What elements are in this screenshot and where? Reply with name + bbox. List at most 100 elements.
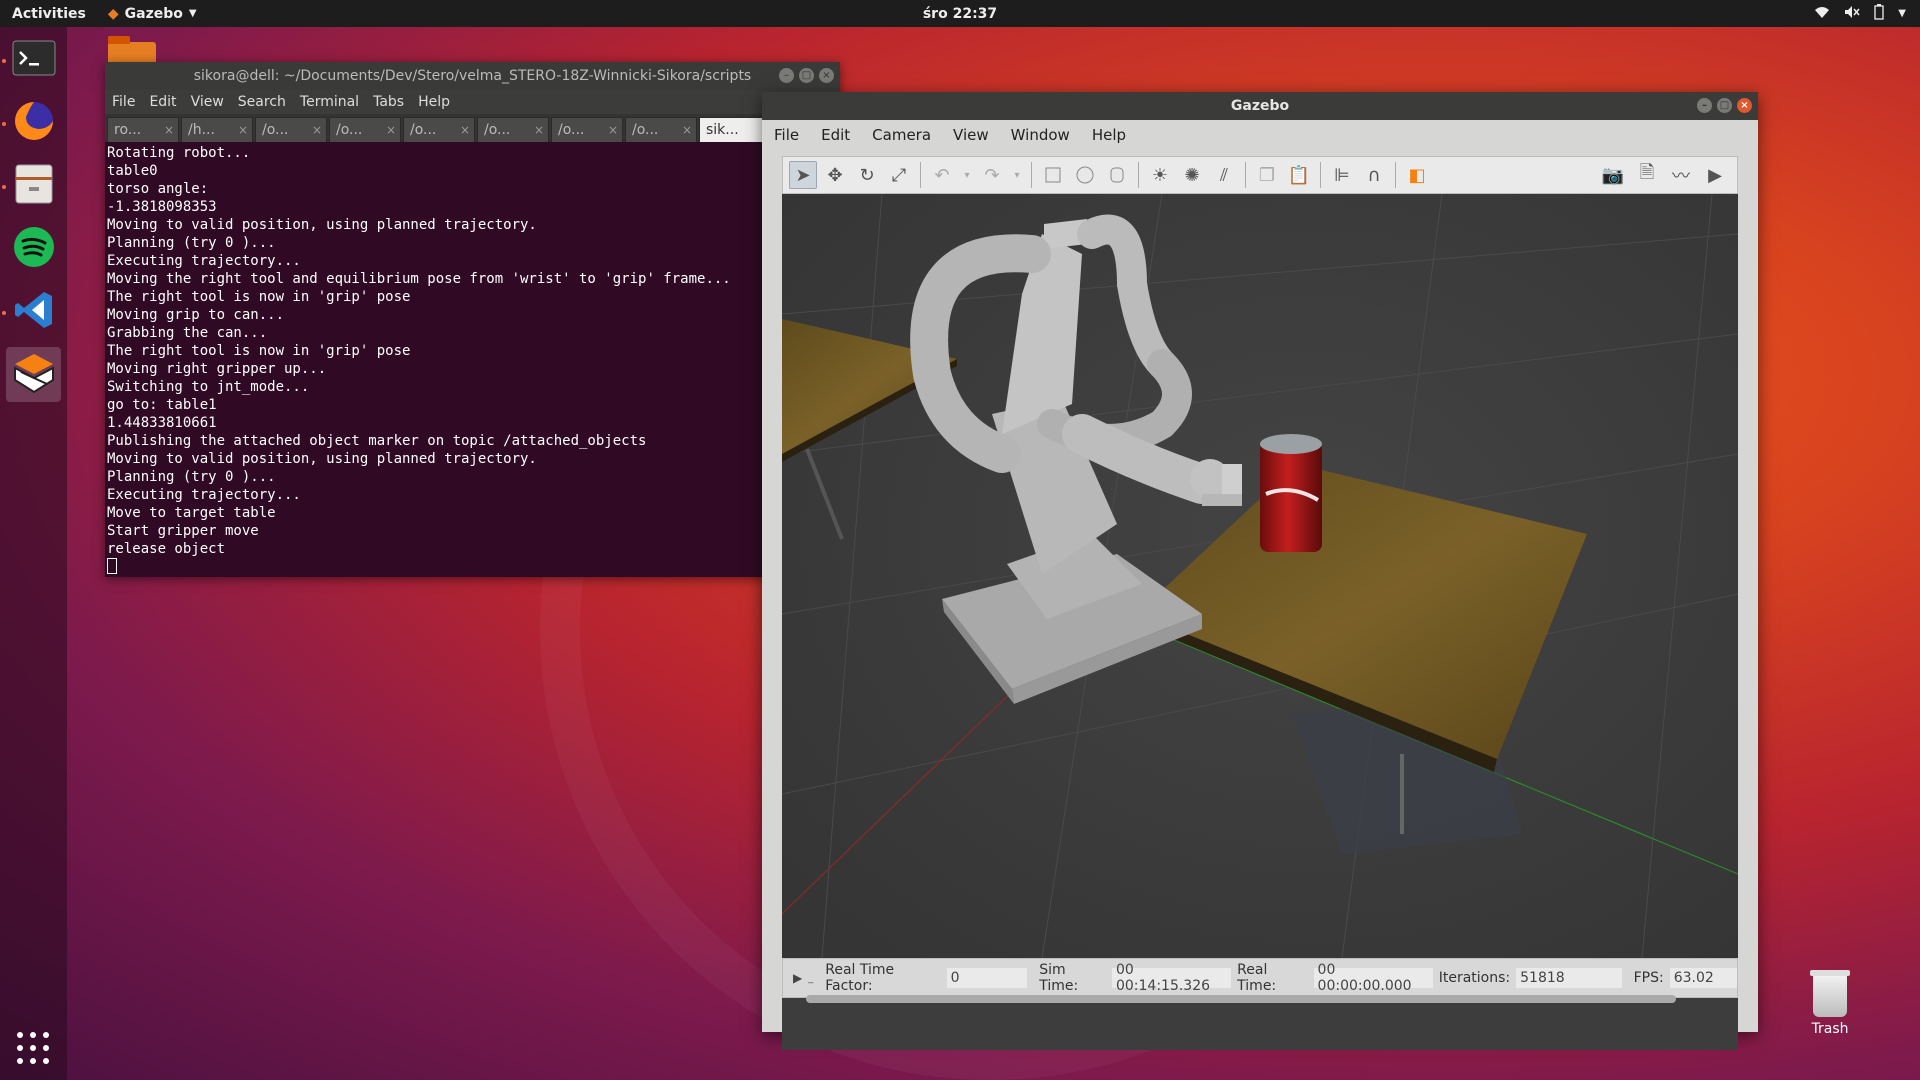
close-tab-icon[interactable]: × — [608, 123, 618, 137]
dock-spotify[interactable] — [6, 221, 61, 276]
terminal-line: 1.44833810661 — [107, 415, 217, 431]
menu-help[interactable]: Help — [418, 94, 450, 110]
dock-terminal[interactable] — [6, 32, 61, 87]
menu-terminal[interactable]: Terminal — [300, 94, 359, 110]
log-icon[interactable]: 🗎 — [1633, 161, 1661, 189]
align-icon[interactable]: ⊫ — [1328, 161, 1356, 189]
screenshot-icon[interactable]: 📷 — [1599, 161, 1627, 189]
terminal-line: The right tool is now in 'grip' pose — [107, 289, 411, 305]
point-light-icon[interactable]: ☀ — [1146, 161, 1174, 189]
activities-button[interactable]: Activities — [0, 6, 98, 22]
gazebo-menubar: File Edit Camera View Window Help — [762, 120, 1758, 150]
terminal-tab[interactable]: /o... × — [329, 117, 401, 142]
spot-light-icon[interactable]: ✺ — [1178, 161, 1206, 189]
dock-files[interactable] — [6, 158, 61, 213]
terminal-titlebar[interactable]: sikora@dell: ~/Documents/Dev/Stero/velma… — [105, 62, 840, 90]
desktop-trash[interactable]: Trash — [1800, 970, 1860, 1037]
minimize-button[interactable]: – — [1697, 98, 1712, 113]
menu-edit[interactable]: Edit — [149, 94, 176, 110]
copy-icon[interactable]: ❐ — [1253, 161, 1281, 189]
show-applications-icon[interactable] — [15, 1030, 51, 1066]
wifi-icon — [1814, 5, 1830, 23]
desktop-folder-icon[interactable] — [108, 36, 156, 64]
clock[interactable]: śro 22:37 — [923, 6, 997, 22]
terminal-line: Switching to jnt_mode... — [107, 379, 310, 395]
cylinder-shape-icon[interactable] — [1103, 161, 1131, 189]
close-button[interactable]: × — [1737, 98, 1752, 113]
redo-history-chevron-icon[interactable]: ▾ — [1010, 161, 1024, 189]
redo-icon[interactable]: ↷ — [978, 161, 1006, 189]
gazebo-title: Gazebo — [1230, 98, 1290, 114]
rtf-value: 0 — [946, 968, 1028, 988]
menu-window[interactable]: Window — [1011, 126, 1070, 144]
scale-mode-icon[interactable]: ⤢ — [885, 161, 913, 189]
terminal-tab-active[interactable]: sik... — [699, 117, 771, 142]
sim-time-value: 00 00:14:15.326 — [1111, 962, 1232, 994]
terminal-tab[interactable]: /o... × — [551, 117, 623, 142]
rotate-mode-icon[interactable]: ↻ — [853, 161, 881, 189]
close-tab-icon[interactable]: × — [238, 123, 248, 137]
close-tab-icon[interactable]: × — [460, 123, 470, 137]
terminal-tab[interactable]: ro... × — [107, 117, 179, 142]
terminal-tab[interactable]: /o... × — [477, 117, 549, 142]
terminal-tab[interactable]: /h... × — [181, 117, 253, 142]
toolbar-separator — [920, 162, 921, 188]
menu-file[interactable]: File — [774, 126, 799, 144]
paste-icon[interactable]: 📋 — [1285, 161, 1313, 189]
terminal-line: Grabbing the can... — [107, 325, 268, 341]
app-menu[interactable]: ◆ Gazebo ▼ — [98, 6, 197, 22]
menu-view[interactable]: View — [191, 94, 224, 110]
menu-help[interactable]: Help — [1092, 126, 1126, 144]
minimize-button[interactable]: – — [779, 68, 794, 83]
menu-view[interactable]: View — [953, 126, 989, 144]
play-pause-icon[interactable]: ▶ — [793, 971, 802, 985]
terminal-tabbar: ro... × /h... × /o... × /o... × /o... × /o...… — [105, 114, 840, 142]
menu-tabs[interactable]: Tabs — [373, 94, 404, 110]
system-tray[interactable]: ▼ — [1814, 0, 1906, 27]
horizontal-scrollbar[interactable] — [806, 995, 1676, 1003]
iterations-value: 51818 — [1516, 968, 1622, 988]
rtf-label: Real Time Factor: — [825, 962, 895, 994]
terminal-title: sikora@dell: ~/Documents/Dev/Stero/velma… — [193, 68, 752, 84]
sphere-shape-icon[interactable] — [1071, 161, 1099, 189]
terminal-line: Moving right gripper up... — [107, 361, 327, 377]
close-tab-icon[interactable]: × — [312, 123, 322, 137]
close-tab-icon[interactable]: × — [164, 123, 174, 137]
terminal-line: Planning (try 0 )... — [107, 235, 276, 251]
terminal-tab[interactable]: /o... × — [403, 117, 475, 142]
translate-mode-icon[interactable]: ✥ — [821, 161, 849, 189]
3d-viewport[interactable] — [782, 194, 1738, 1050]
running-indicator — [2, 122, 6, 126]
terminal-icon — [12, 40, 56, 80]
video-record-icon[interactable]: ▶ — [1701, 161, 1729, 189]
directional-light-icon[interactable]: ⫽ — [1210, 161, 1238, 189]
undo-history-chevron-icon[interactable]: ▾ — [960, 161, 974, 189]
menu-edit[interactable]: Edit — [821, 126, 850, 144]
step-icon[interactable]: _ — [808, 973, 813, 984]
close-tab-icon[interactable]: × — [386, 123, 396, 137]
snap-icon[interactable]: ∩ — [1360, 161, 1388, 189]
view-angle-icon[interactable]: ◧ — [1403, 161, 1431, 189]
undo-icon[interactable]: ↶ — [928, 161, 956, 189]
dock-gazebo[interactable] — [6, 347, 61, 402]
box-shape-icon[interactable] — [1039, 161, 1067, 189]
terminal-tab[interactable]: /o... × — [625, 117, 697, 142]
gazebo-titlebar[interactable]: Gazebo – □ × — [762, 92, 1758, 120]
terminal-output[interactable]: Rotating robot... table0 torso angle: -1.38… — [105, 142, 840, 578]
menu-search[interactable]: Search — [238, 94, 286, 110]
terminal-line: -1.3818098353 — [107, 199, 217, 215]
close-tab-icon[interactable]: × — [534, 123, 544, 137]
top-bar: Activities ◆ Gazebo ▼ śro 22:37 ▼ — [0, 0, 1920, 27]
select-mode-icon[interactable]: ➤ — [789, 161, 817, 189]
terminal-line: Publishing the attached object marker on… — [107, 433, 647, 449]
close-tab-icon[interactable]: × — [682, 123, 692, 137]
menu-camera[interactable]: Camera — [872, 126, 931, 144]
plot-icon[interactable]: 〰 — [1667, 161, 1695, 189]
maximize-button[interactable]: □ — [799, 68, 814, 83]
terminal-tab[interactable]: /o... × — [255, 117, 327, 142]
dock-vscode[interactable] — [6, 284, 61, 339]
dock-firefox[interactable] — [6, 95, 61, 150]
close-button[interactable]: × — [819, 68, 834, 83]
maximize-button[interactable]: □ — [1717, 98, 1732, 113]
menu-file[interactable]: File — [112, 94, 135, 110]
